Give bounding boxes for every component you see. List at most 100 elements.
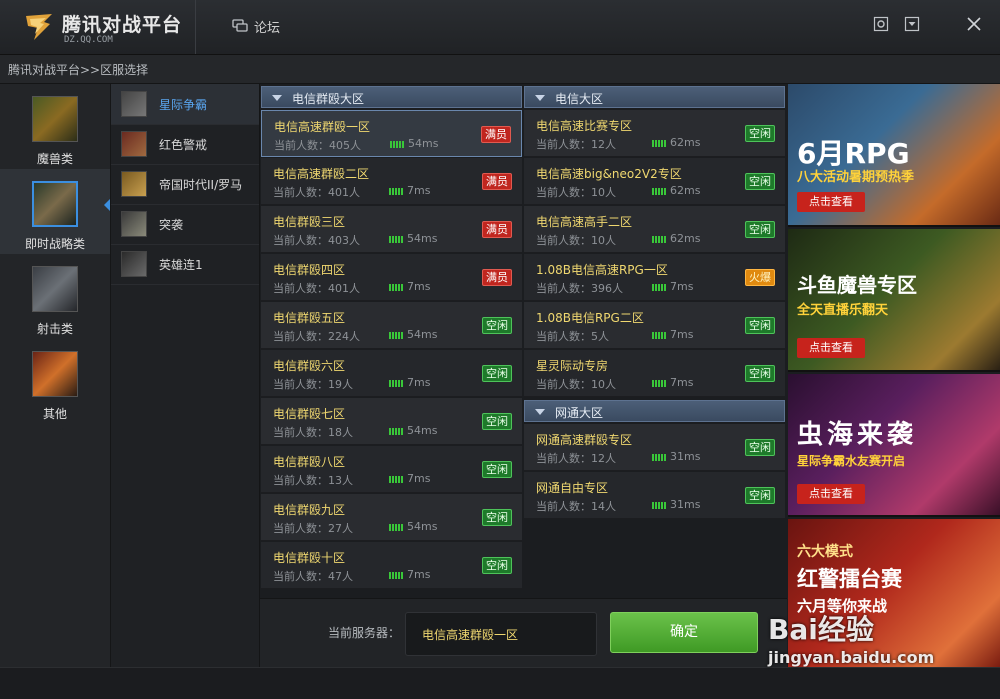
server-name: 星灵际动专房 [536,359,609,373]
game-label: 红色警戒 [159,138,208,152]
dropdown-menu-button[interactable] [902,14,922,34]
server-ping: 31ms [670,450,701,463]
rts-character-icon [32,181,78,227]
game-red-alert[interactable]: 红色警戒 [111,124,259,165]
ad-title: 六大模式 [797,544,853,560]
signal-strength-icon [389,188,403,195]
server-name: 网通高速群殴专区 [536,433,633,447]
server-population: 当前人数：224人 [273,330,360,343]
forum-label: 论坛 [254,20,281,36]
server-row[interactable]: 网通自由专区 当前人数：14人 31ms 空闲 [524,472,785,519]
game-label: 英雄连1 [159,258,203,272]
server-row[interactable]: 电信群殴十区 当前人数：47人 7ms 空闲 [261,542,522,589]
server-row[interactable]: 电信高速高手二区 当前人数：10人 62ms 空闲 [524,206,785,253]
server-row[interactable]: 电信群殴五区 当前人数：224人 54ms 空闲 [261,302,522,349]
status-badge: 火爆 [745,269,775,286]
signal-strength-icon [652,236,666,243]
ad-view-button[interactable]: 点击查看 [797,484,865,504]
signal-strength-icon [389,428,403,435]
signal-strength-icon [652,380,666,387]
server-ping: 62ms [670,136,701,149]
zone-header[interactable]: 电信群殴大区 [261,86,522,108]
ad-starcraft-banner[interactable]: 虫海来袭 星际争霸水友赛开启 点击查看 [788,374,1000,517]
server-name: 电信高速big&neo2V2专区 [536,167,682,181]
status-badge: 空闲 [745,125,775,142]
server-row[interactable]: 电信高速big&neo2V2专区 当前人数：10人 62ms 空闲 [524,158,785,205]
server-population: 当前人数：27人 [273,522,353,535]
close-button[interactable] [964,14,984,34]
ad-douyu-banner[interactable]: 斗鱼魔兽专区 全天直播乐翻天 点击查看 [788,229,1000,372]
server-row[interactable]: 电信高速群殴二区 当前人数：401人 7ms 满员 [261,158,522,205]
server-ping: 54ms [407,328,438,341]
watermark-url: jingyan.baidu.com [768,648,935,667]
server-name: 电信群殴八区 [273,455,346,469]
zone-header-netcom[interactable]: 网通大区 [524,400,785,422]
server-row[interactable]: 电信群殴六区 当前人数：19人 7ms 空闲 [261,350,522,397]
server-row[interactable]: 1.08B电信RPG二区 当前人数：5人 7ms 空闲 [524,302,785,349]
company-of-heroes-icon [121,251,147,277]
server-ping: 62ms [670,184,701,197]
signal-strength-icon [389,332,403,339]
ad-view-button[interactable]: 点击查看 [797,192,865,212]
server-row[interactable]: 电信群殴七区 当前人数：18人 54ms 空闲 [261,398,522,445]
category-other[interactable]: 其他 [0,339,110,424]
server-name: 电信群殴九区 [273,503,346,517]
category-label: 其他 [42,407,67,421]
status-badge: 满员 [482,221,512,238]
server-row[interactable]: 网通高速群殴专区 当前人数：12人 31ms 空闲 [524,424,785,471]
ad-subtitle: 八大活动暑期预热季 [797,170,915,185]
active-indicator-arrow [104,199,110,211]
ad-title: 虫海来袭 [797,420,918,450]
server-row[interactable]: 电信群殴三区 当前人数：403人 54ms 满员 [261,206,522,253]
forum-link[interactable]: 论坛 [232,16,280,36]
game-label: 星际争霸 [159,98,208,112]
status-badge: 空闲 [482,413,512,430]
category-label: 魔兽类 [36,152,73,166]
aoe-icon [121,171,147,197]
zone-telecom: 电信大区 电信高速比赛专区 当前人数：12人 62ms 空闲 电信高速big&neo2V… [524,86,785,598]
server-row[interactable]: 电信高速比赛专区 当前人数：12人 62ms 空闲 [524,110,785,157]
category-shooter[interactable]: 射击类 [0,254,110,339]
ad-title: 斗鱼魔兽专区 [797,273,917,297]
category-label: 即时战略类 [24,237,85,251]
breadcrumb-text: 腾讯对战平台>>区服选择 [8,63,149,77]
category-rts[interactable]: 即时战略类 [0,169,110,254]
signal-strength-icon [389,380,403,387]
server-row[interactable]: 电信高速群殴一区 当前人数：405人 54ms 满员 [261,110,522,157]
category-warcraft[interactable]: 魔兽类 [0,84,110,169]
tencent-battle-logo-icon [26,14,52,40]
breadcrumb: 腾讯对战平台>>区服选择 [0,55,1000,84]
server-row[interactable]: 电信群殴八区 当前人数：13人 7ms 空闲 [261,446,522,493]
zone-telecom-brawl: 电信群殴大区 电信高速群殴一区 当前人数：405人 54ms 满员 电信高速群殴二区 当前… [261,86,522,598]
game-age-of-empires[interactable]: 帝国时代II/罗马 [111,164,259,205]
server-row[interactable]: 1.08B电信高速RPG一区 当前人数：396人 7ms 火爆 [524,254,785,301]
server-row[interactable]: 电信群殴九区 当前人数：27人 54ms 空闲 [261,494,522,541]
server-ping: 7ms [407,184,431,197]
app-subtitle: DZ.QQ.COM [64,35,113,45]
server-ping: 7ms [670,328,694,341]
settings-button[interactable] [871,14,891,34]
zone-header[interactable]: 电信大区 [524,86,785,108]
confirm-button[interactable]: 确定 [610,612,758,653]
server-ping: 31ms [670,498,701,511]
ad-rpg-banner[interactable]: 6月RPG 八大活动暑期预热季 点击查看 [788,84,1000,227]
ad-subtitle: 星际争霸水友赛开启 [797,454,906,468]
warcraft-orc-icon [32,96,78,142]
status-badge: 空闲 [482,365,512,382]
server-population: 当前人数：5人 [536,330,609,343]
server-row[interactable]: 电信群殴四区 当前人数：401人 7ms 满员 [261,254,522,301]
title-divider [195,0,196,54]
server-population: 当前人数：401人 [273,186,360,199]
server-ping: 7ms [670,280,694,293]
server-name: 电信高速比赛专区 [536,119,633,133]
game-sudden-strike[interactable]: 突袭 [111,204,259,245]
server-population: 当前人数：13人 [273,474,353,487]
server-population: 当前人数：405人 [274,139,361,152]
game-company-of-heroes[interactable]: 英雄连1 [111,244,259,285]
server-name: 电信群殴五区 [273,311,346,325]
server-row[interactable]: 星灵际动专房 当前人数：10人 7ms 空闲 [524,350,785,397]
game-starcraft[interactable]: 星际争霸 [111,84,259,125]
server-population: 当前人数：10人 [536,378,616,391]
ad-view-button[interactable]: 点击查看 [797,338,865,358]
server-ping: 7ms [407,280,431,293]
